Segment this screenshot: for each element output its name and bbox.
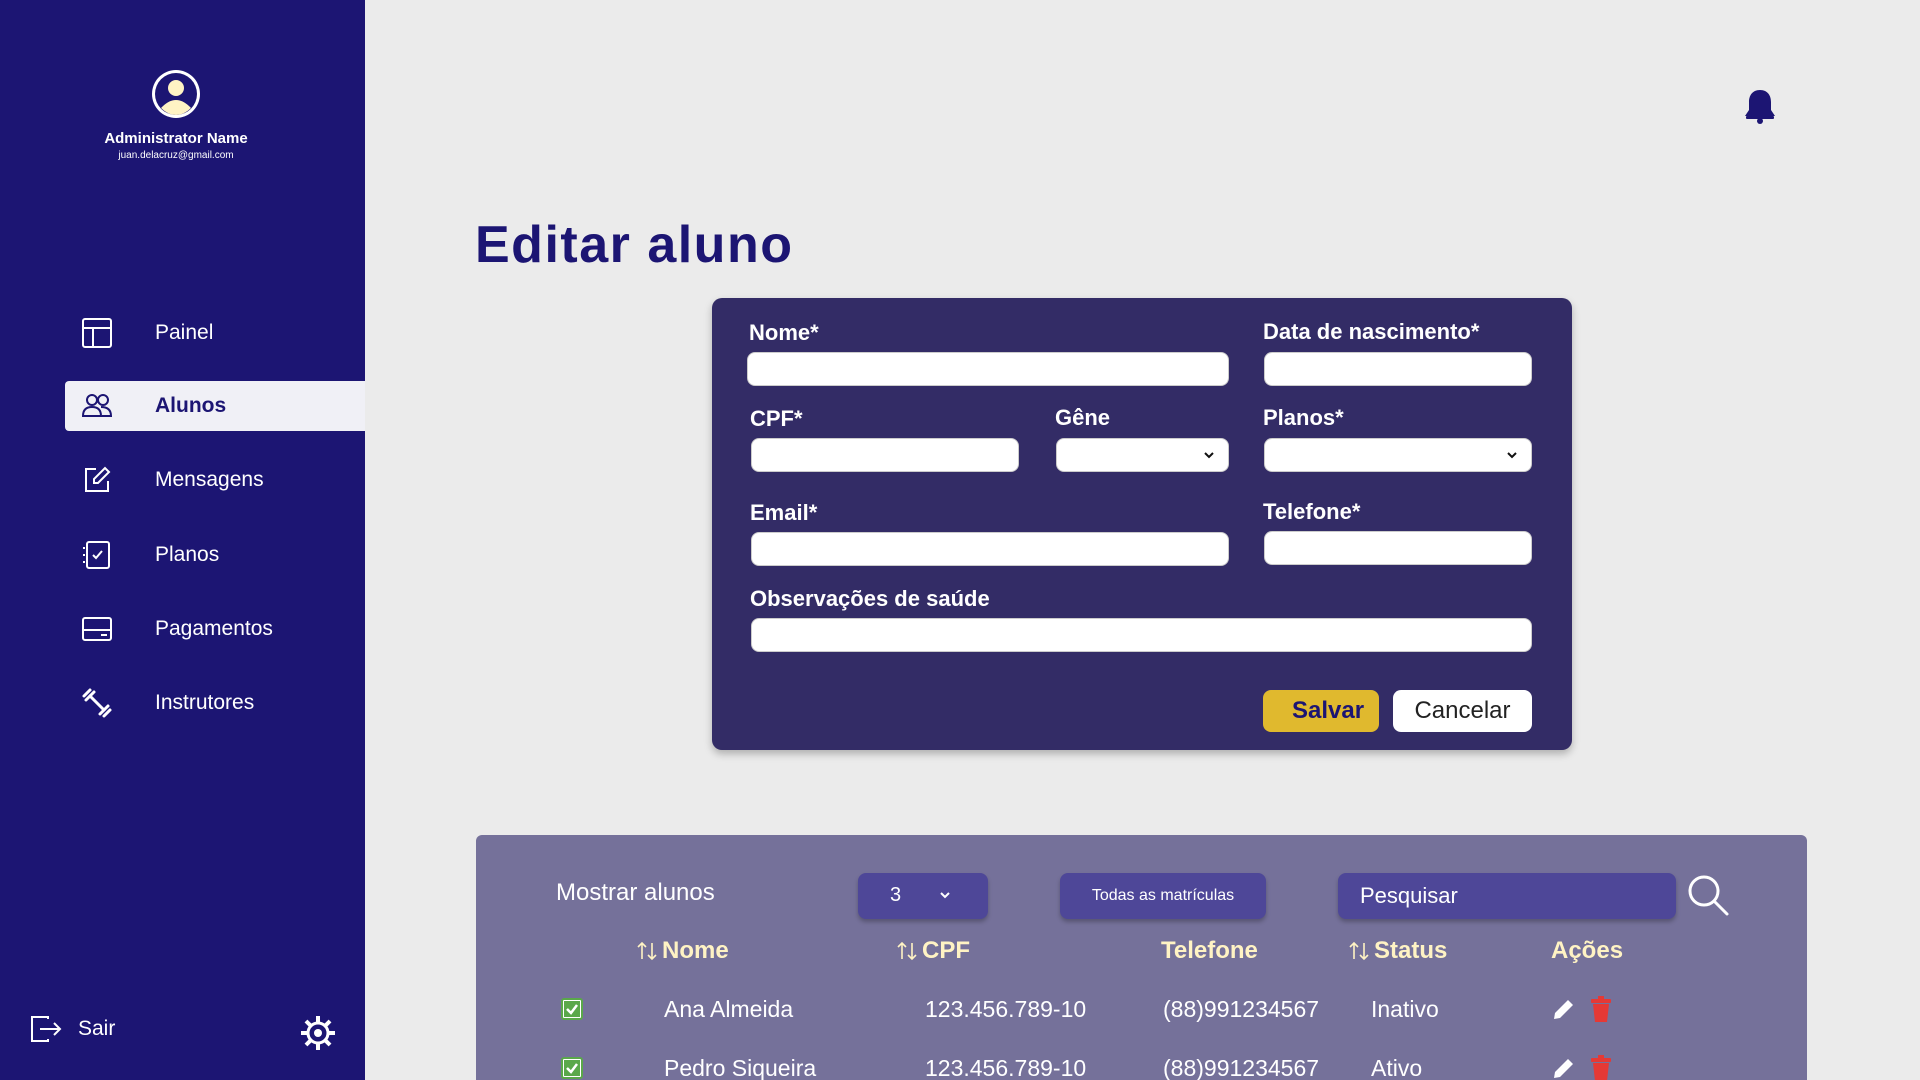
nav-item-alunos[interactable]: Alunos [65, 381, 365, 431]
nav-item-pagamentos[interactable]: Pagamentos [65, 604, 365, 654]
show-students-label: Mostrar alunos [556, 879, 715, 906]
sort-icon [637, 941, 657, 961]
nav-item-painel[interactable]: Painel [65, 308, 365, 358]
checklist-icon [80, 538, 114, 572]
planos-select[interactable] [1264, 438, 1532, 472]
chevron-down-icon [940, 892, 950, 899]
row-checkbox[interactable] [561, 998, 583, 1020]
header-telefone: Telefone [1161, 937, 1258, 965]
nome-input[interactable] [747, 352, 1229, 386]
layout-icon [80, 316, 114, 350]
header-nome[interactable]: Nome [636, 937, 729, 965]
cell-cpf: 123.456.789-10 [925, 1055, 1087, 1080]
page-size-value: 3 [890, 884, 902, 906]
admin-name: Administrator Name [104, 130, 248, 147]
chevron-down-icon [1204, 452, 1214, 459]
check-icon [564, 1060, 580, 1076]
pencil-icon[interactable] [1551, 1055, 1577, 1080]
logout-button[interactable]: Sair [30, 1015, 115, 1043]
save-button[interactable]: Salvar [1263, 690, 1379, 732]
logout-icon [31, 1016, 62, 1042]
nav-label-instrutores: Instrutores [155, 691, 255, 714]
header-status-label: Status [1374, 937, 1448, 964]
cell-nome: Pedro Siqueira [664, 1055, 817, 1080]
nav-item-mensagens[interactable]: Mensagens [65, 455, 365, 505]
nav-item-instrutores[interactable]: Instrutores [65, 678, 365, 728]
cpf-label: CPF* [750, 406, 803, 431]
nav-label-alunos: Alunos [155, 394, 227, 417]
trash-icon[interactable] [1588, 996, 1614, 1022]
sort-icon [897, 941, 917, 961]
header-cpf-label: CPF [922, 937, 970, 964]
header-acoes: Ações [1551, 937, 1623, 965]
row-checkbox[interactable] [561, 1057, 583, 1079]
user-avatar-icon[interactable] [150, 68, 202, 120]
cpf-input[interactable] [751, 438, 1019, 472]
header-telefone-label: Telefone [1161, 937, 1258, 964]
email-label: Email* [750, 500, 818, 525]
pencil-icon[interactable] [1551, 996, 1577, 1022]
nav-label-mensagens: Mensagens [155, 468, 264, 491]
page-size-select[interactable]: 3 [858, 873, 988, 919]
header-acoes-label: Ações [1551, 937, 1624, 964]
search-input[interactable]: Pesquisar [1338, 873, 1676, 919]
dumbbell-icon [80, 686, 114, 720]
obs-label: Observações de saúde [750, 586, 990, 611]
edit-student-form: Nome* Data de nascimento* CPF* Gêne Plan… [712, 298, 1572, 750]
cell-nome: Ana Almeida [664, 996, 794, 1022]
cell-telefone: (88)991234567 [1163, 1055, 1320, 1080]
nome-label: Nome* [749, 320, 819, 345]
planos-label: Planos* [1263, 405, 1344, 430]
card-icon [80, 612, 114, 646]
telefone-label: Telefone* [1263, 499, 1361, 524]
table-row: Ana Almeida 123.456.789-10 (88)991234567… [476, 988, 1807, 1028]
header-cpf[interactable]: CPF [896, 937, 970, 965]
nav-label-pagamentos: Pagamentos [155, 617, 273, 640]
bell-icon[interactable] [1743, 88, 1777, 124]
edit-icon [80, 463, 114, 497]
cell-status: Ativo [1371, 1055, 1423, 1080]
nav-item-planos[interactable]: Planos [65, 530, 365, 580]
table-row: Pedro Siqueira 123.456.789-10 (88)991234… [476, 1047, 1807, 1080]
email-input[interactable] [751, 532, 1229, 566]
nav-label-planos: Planos [155, 543, 220, 566]
check-icon [564, 1001, 580, 1017]
logout-label: Sair [78, 1017, 116, 1040]
nascimento-input[interactable] [1264, 352, 1532, 386]
gear-icon[interactable] [300, 1015, 336, 1051]
obs-input[interactable] [751, 618, 1532, 652]
users-icon [80, 389, 114, 423]
genero-label: Gêne [1055, 405, 1111, 430]
students-table-panel: Mostrar alunos 3 Todas as matrículas Pes… [476, 835, 1807, 1080]
header-nome-label: Nome [662, 937, 729, 964]
sort-icon [1349, 941, 1369, 961]
header-status[interactable]: Status [1348, 937, 1447, 965]
admin-email: juan.delacruz@gmail.com [118, 150, 234, 161]
search-icon[interactable] [1686, 873, 1730, 917]
nav-label-painel: Painel [155, 321, 214, 344]
cell-cpf: 123.456.789-10 [925, 996, 1087, 1022]
genero-select[interactable] [1056, 438, 1229, 472]
enrollment-filter-button[interactable]: Todas as matrículas [1060, 873, 1266, 919]
page-title: Editar aluno [475, 216, 794, 274]
sidebar: Administrator Name juan.delacruz@gmail.c… [0, 0, 365, 1080]
cell-telefone: (88)991234567 [1163, 996, 1320, 1022]
chevron-down-icon [1507, 452, 1517, 459]
telefone-input[interactable] [1264, 531, 1532, 565]
cancel-button[interactable]: Cancelar [1393, 690, 1532, 732]
cell-status: Inativo [1371, 996, 1439, 1022]
nascimento-label: Data de nascimento* [1263, 319, 1480, 344]
profile: Administrator Name juan.delacruz@gmail.c… [0, 68, 352, 161]
trash-icon[interactable] [1588, 1055, 1614, 1080]
